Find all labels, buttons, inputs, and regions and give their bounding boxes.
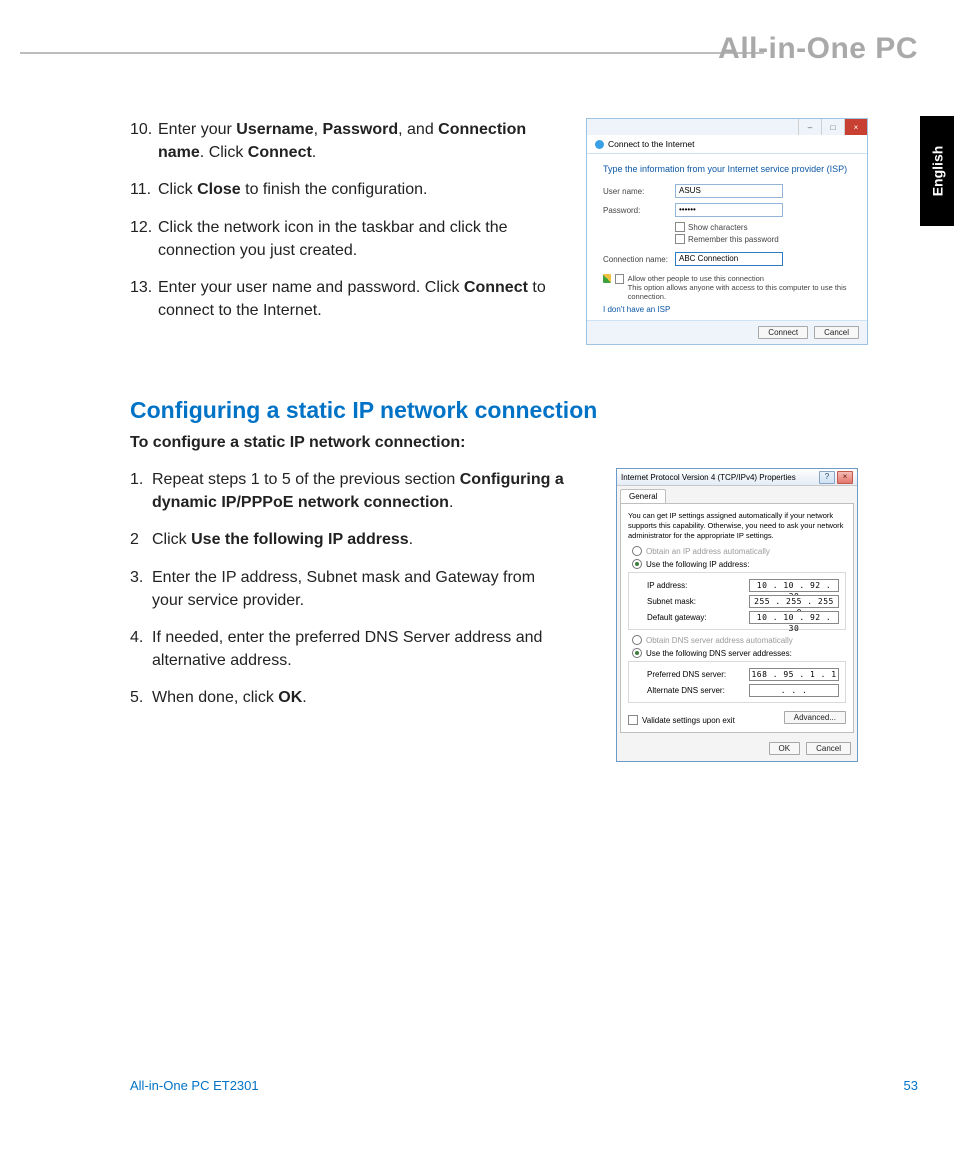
manual-page: All-in-One PC English Enter your Usernam… [0,0,954,1155]
label-password: Password: [603,206,675,215]
input-password[interactable]: •••••• [675,203,783,217]
dlg2-button-bar: OK Cancel [617,736,857,761]
content-area: Enter your Username, Password, and Conne… [130,118,920,762]
ordered-list-static: 1.Repeat steps 1 to 5 of the previous se… [130,468,570,710]
dlg2-pane: You can get IP settings assigned automat… [620,503,854,733]
minimize-button[interactable]: – [798,119,821,135]
steps-continued: Enter your Username, Password, and Conne… [130,118,570,336]
radio-obtain-ip-auto[interactable]: Obtain an IP address automatically [632,546,846,556]
dlg1-button-bar: Connect Cancel [587,320,867,344]
section-subheading: To configure a static IP network connect… [130,434,920,452]
row-default-gateway: Default gateway:10 . 10 . 92 . 30 [647,611,839,624]
radio-use-following-ip[interactable]: Use the following IP address: [632,559,846,569]
dlg2-titlebar: Internet Protocol Version 4 (TCP/IPv4) P… [617,469,857,486]
ordered-list-continued: Enter your Username, Password, and Conne… [130,118,570,322]
input-alternate-dns[interactable]: . . . [749,684,839,697]
dlg2-description: You can get IP settings assigned automat… [628,511,846,540]
radio-icon [632,635,642,645]
steps-static-ip: 1.Repeat steps 1 to 5 of the previous se… [130,468,570,724]
step-12: Click the network icon in the taskbar an… [130,216,570,262]
dialog-ipv4-properties: Internet Protocol Version 4 (TCP/IPv4) P… [616,468,858,762]
allow-others-text: Allow other people to use this connectio… [628,274,851,301]
radio-icon [632,559,642,569]
globe-icon [595,140,604,149]
row-subnet-mask: Subnet mask:255 . 255 . 255 . 0 [647,595,839,608]
row-allow-others: Allow other people to use this connectio… [603,274,851,301]
link-no-isp[interactable]: I don't have an ISP [603,305,670,314]
step-3: 3.Enter the IP address, Subnet mask and … [130,566,570,612]
connect-button[interactable]: Connect [758,326,808,339]
input-ip-address[interactable]: 10 . 10 . 92 . 30 [749,579,839,592]
step-13: Enter your user name and password. Click… [130,276,570,322]
row-preferred-dns: Preferred DNS server:168 . 95 . 1 . 1 [647,668,839,681]
cancel-button[interactable]: Cancel [806,742,851,755]
page-footer: All-in-One PC ET2301 53 [130,1078,918,1093]
group-ip: IP address:10 . 10 . 92 . 30 Subnet mask… [628,572,846,630]
dlg2-window-buttons: ? × [819,471,853,484]
checkbox-remember-password[interactable]: Remember this password [675,234,851,244]
label-username: User name: [603,187,675,196]
close-button[interactable]: × [844,119,867,135]
input-username[interactable]: ASUS [675,184,783,198]
section-heading: Configuring a static IP network connecti… [130,397,920,424]
checkbox-icon [628,715,638,725]
help-button[interactable]: ? [819,471,835,484]
ok-button[interactable]: OK [769,742,801,755]
footer-page-number: 53 [904,1078,918,1093]
language-tab: English [920,116,954,226]
step-1: 1.Repeat steps 1 to 5 of the previous se… [130,468,570,514]
dlg1-body: Type the information from your Internet … [587,154,867,320]
dlg1-heading: Type the information from your Internet … [603,164,851,174]
input-default-gateway[interactable]: 10 . 10 . 92 . 30 [749,611,839,624]
brand-title: All-in-One PC [718,32,918,66]
step-4: 4.If needed, enter the preferred DNS Ser… [130,626,570,672]
breadcrumb-text: Connect to the Internet [608,139,694,149]
checkbox-validate-settings[interactable]: Validate settings upon exit [628,715,735,725]
dlg2-tabs: General [617,486,857,503]
dialog-connect-internet: – □ × Connect to the Internet Type the i… [586,118,868,345]
input-preferred-dns[interactable]: 168 . 95 . 1 . 1 [749,668,839,681]
advanced-button[interactable]: Advanced... [784,711,846,724]
step-5: 5.When done, click OK. [130,686,570,709]
radio-icon [632,648,642,658]
row-validate-advanced: Validate settings upon exit Advanced... [628,709,846,725]
row-password: Password: •••••• [603,203,851,217]
header-rule [20,52,764,54]
lower-row: 1.Repeat steps 1 to 5 of the previous se… [130,468,920,762]
checkbox-allow-others[interactable] [615,274,624,284]
upper-row: Enter your Username, Password, and Conne… [130,118,920,345]
label-connection-name: Connection name: [603,255,675,264]
tab-general[interactable]: General [620,489,666,503]
input-subnet-mask[interactable]: 255 . 255 . 255 . 0 [749,595,839,608]
footer-model: All-in-One PC ET2301 [130,1078,259,1093]
close-button[interactable]: × [837,471,853,484]
group-dns: Preferred DNS server:168 . 95 . 1 . 1 Al… [628,661,846,703]
cancel-button[interactable]: Cancel [814,326,859,339]
maximize-button[interactable]: □ [821,119,844,135]
dlg1-titlebar: – □ × [587,119,867,135]
dlg2-wrap: Internet Protocol Version 4 (TCP/IPv4) P… [586,468,896,762]
checkbox-icon [675,222,685,232]
shield-icon [603,274,611,283]
row-connection-name: Connection name: ABC Connection [603,252,851,266]
input-connection-name[interactable]: ABC Connection [675,252,783,266]
dlg1-breadcrumb: Connect to the Internet [587,135,867,154]
row-ip-address: IP address:10 . 10 . 92 . 30 [647,579,839,592]
step-11: Click Close to finish the configuration. [130,178,570,201]
step-2: 2Click Use the following IP address. [130,528,570,551]
radio-icon [632,546,642,556]
step-10: Enter your Username, Password, and Conne… [130,118,570,164]
radio-obtain-dns-auto: Obtain DNS server address automatically [632,635,846,645]
checkbox-show-characters[interactable]: Show characters [675,222,851,232]
checkbox-icon [675,234,685,244]
dlg2-title: Internet Protocol Version 4 (TCP/IPv4) P… [621,473,796,482]
row-alternate-dns: Alternate DNS server:. . . [647,684,839,697]
radio-use-following-dns[interactable]: Use the following DNS server addresses: [632,648,846,658]
language-tab-label: English [929,146,945,197]
row-username: User name: ASUS [603,184,851,198]
